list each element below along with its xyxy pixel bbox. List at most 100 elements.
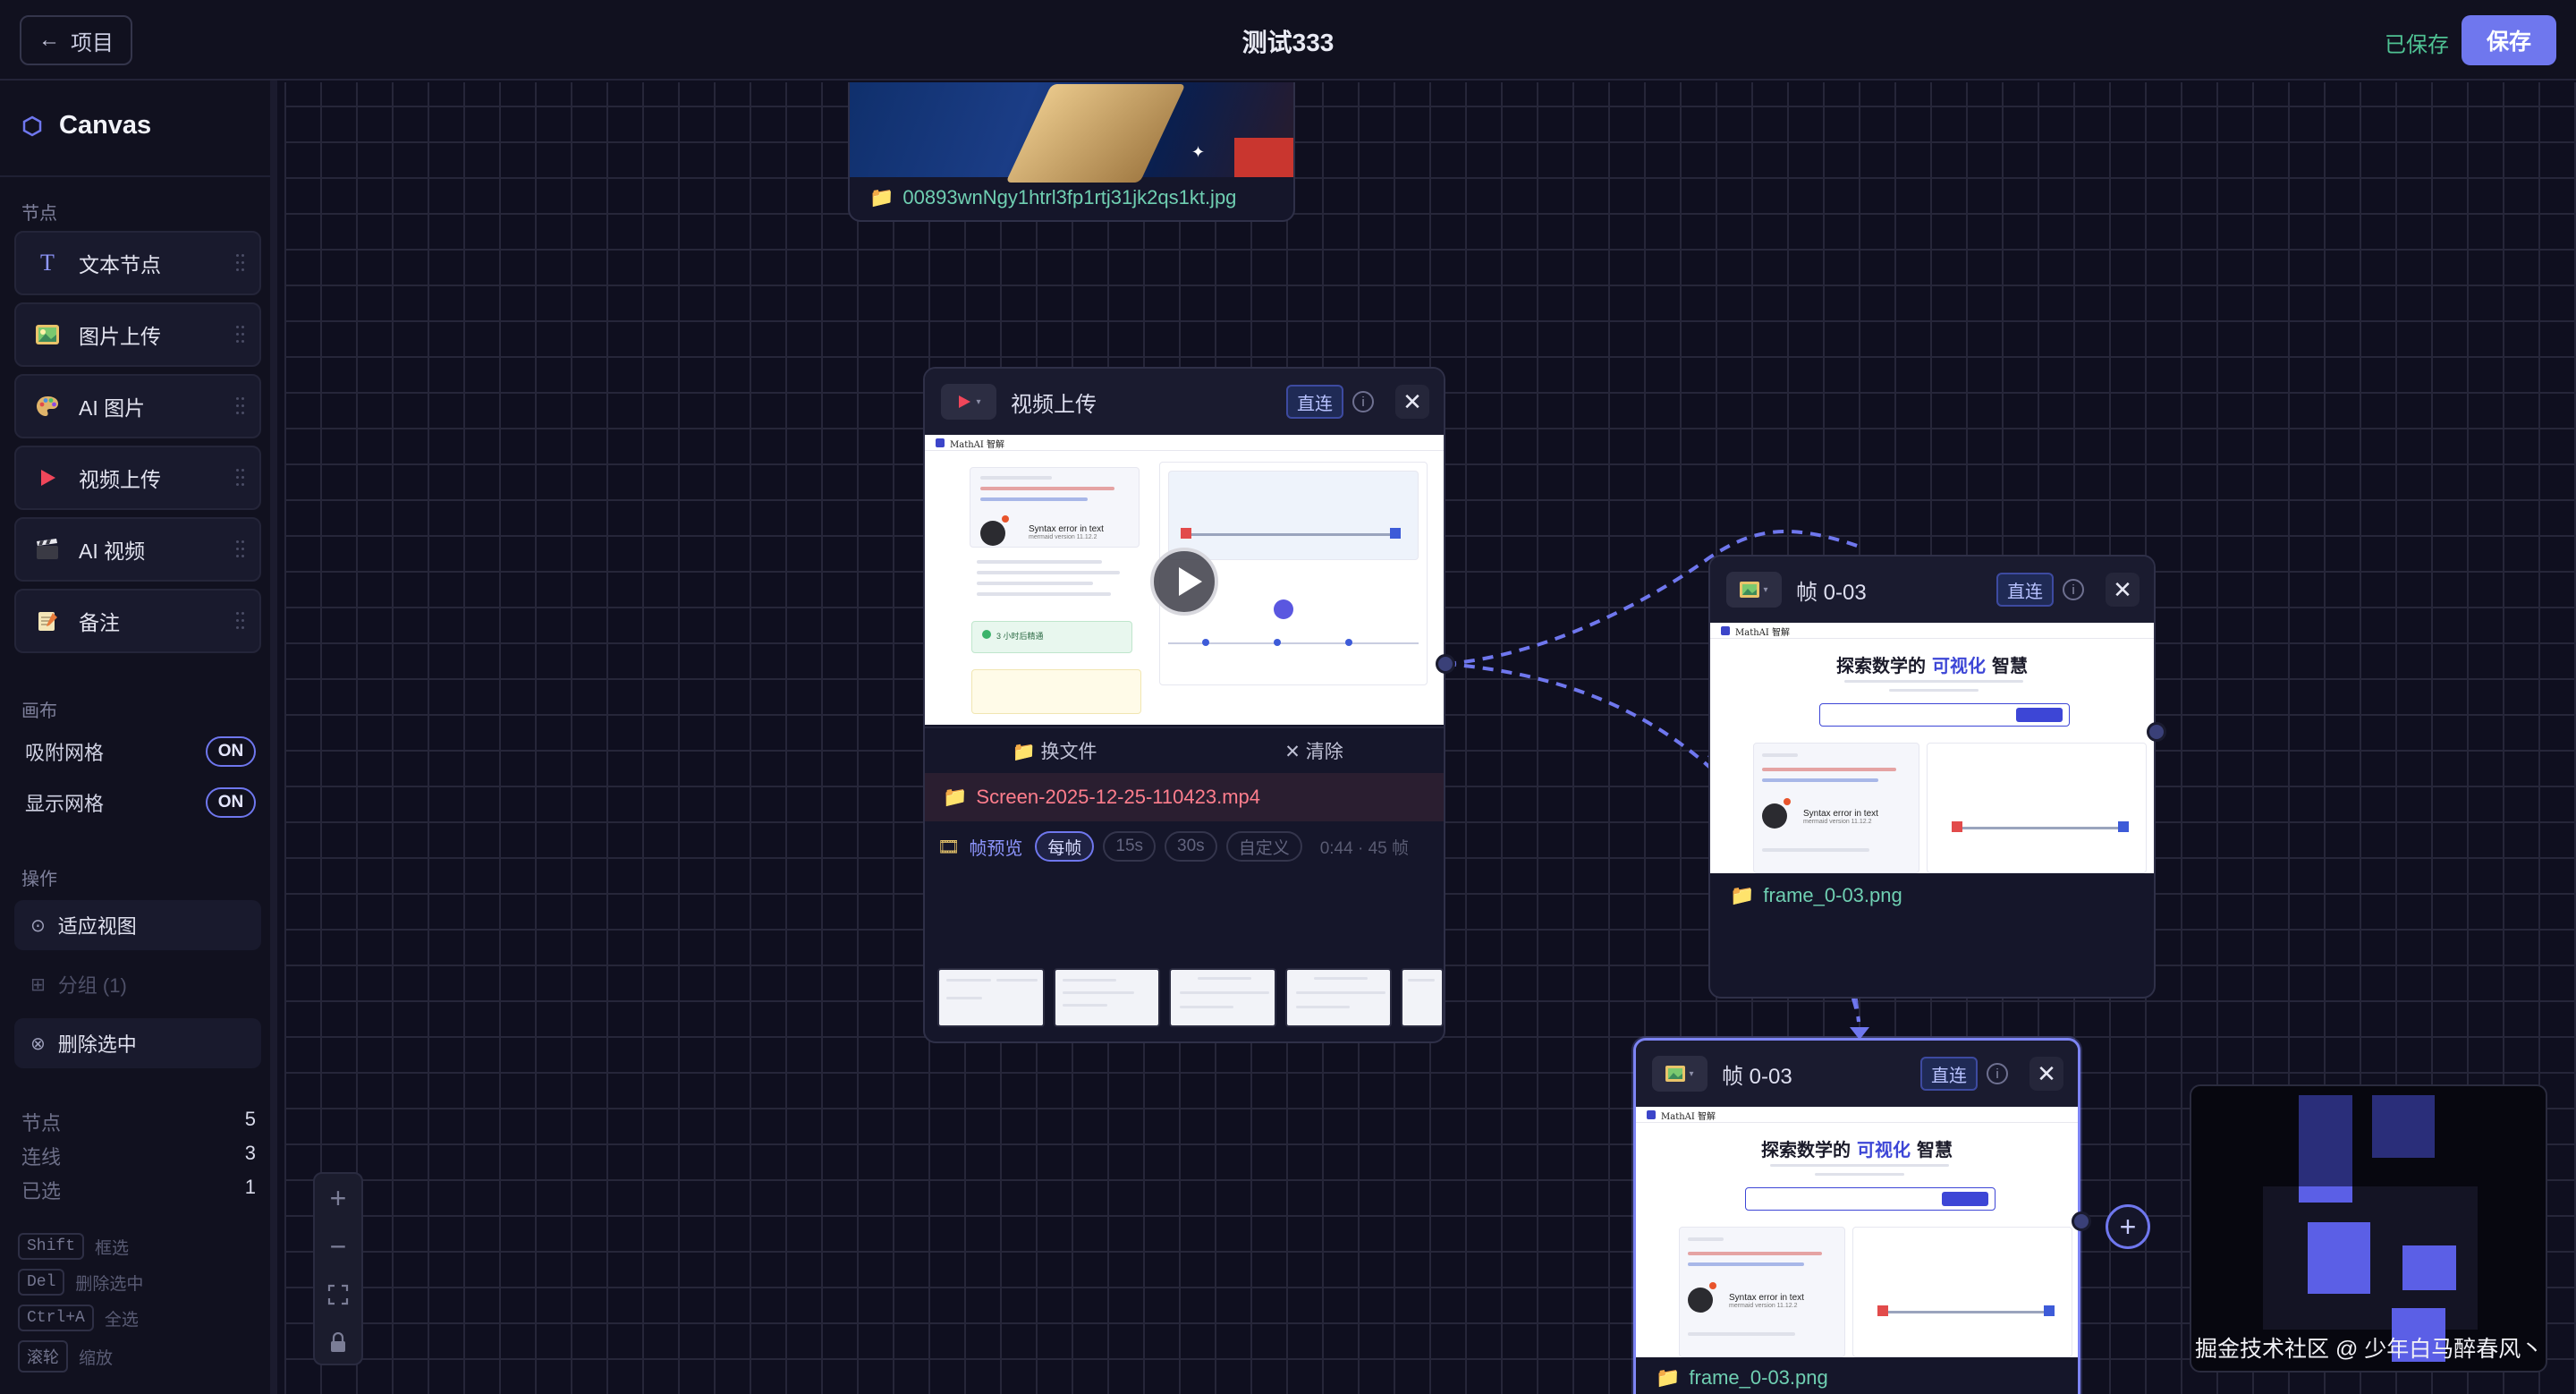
fit-screen-icon[interactable] bbox=[315, 1271, 361, 1319]
video-upload-node[interactable]: ▾ 视频上传 直连 i ✕ MathAI 智解 Syntax error in … bbox=[923, 367, 1445, 1043]
drag-handle-icon[interactable] bbox=[236, 540, 245, 560]
minimap-node bbox=[2308, 1222, 2370, 1294]
chip-30s[interactable]: 30s bbox=[1165, 831, 1217, 862]
node-header[interactable]: ▾ 帧 0-03 直连 i ✕ bbox=[1710, 557, 2154, 623]
drag-handle-icon[interactable] bbox=[236, 254, 245, 274]
sidebar-item-note[interactable]: 备注 bbox=[14, 589, 261, 653]
shortcut-desc: 全选 bbox=[104, 1310, 139, 1330]
frame-node-a[interactable]: ▾ 帧 0-03 直连 i ✕ MathAI 智解 探索数学的 可视化 智慧 S… bbox=[1708, 555, 2156, 999]
frame-file-row: 📁 frame_0-03.png bbox=[1636, 1366, 1828, 1390]
delete-selected-button[interactable]: ⊗ 删除选中 bbox=[14, 1018, 261, 1068]
close-icon[interactable]: ✕ bbox=[2029, 1057, 2063, 1091]
show-grid-label: 显示网格 bbox=[25, 793, 105, 815]
stat-label: 已选 bbox=[21, 1180, 62, 1203]
output-port[interactable] bbox=[1436, 654, 1455, 674]
node-type-selector[interactable]: ▾ bbox=[941, 384, 996, 420]
sidebar-item-label: AI 图片 bbox=[79, 396, 146, 420]
play-button[interactable] bbox=[1150, 548, 1218, 616]
shortcut-row: 滚轮 缩放 bbox=[18, 1340, 113, 1373]
frame-thumbnail[interactable] bbox=[937, 968, 1045, 1027]
mock-headline: 探索数学的 可视化 智慧 bbox=[1636, 1135, 2078, 1161]
frame-meta: 0:44 · 45 帧 bbox=[1319, 838, 1409, 858]
mock-headline: 探索数学的 可视化 智慧 bbox=[1710, 651, 2154, 677]
image-preview: ✦ bbox=[850, 82, 1293, 183]
frame-file-row: 📁 frame_0-03.png bbox=[1710, 884, 1902, 907]
frame-node-b[interactable]: ▾ 帧 0-03 直连 i ✕ MathAI 智解 探索数学的 可视化 智慧 S… bbox=[1633, 1038, 2080, 1394]
sidebar-item-text-node[interactable]: T 文本节点 bbox=[14, 231, 261, 295]
close-icon: ✕ bbox=[1284, 742, 1306, 762]
mock-headline-highlight: 可视化 bbox=[1857, 1139, 1911, 1160]
snap-grid-toggle[interactable]: ON bbox=[206, 736, 256, 767]
fit-view-button[interactable]: ⊙ 适应视图 bbox=[14, 900, 261, 950]
group-button[interactable]: ⊞ 分组 (1) bbox=[14, 959, 261, 1009]
drag-handle-icon[interactable] bbox=[236, 612, 245, 632]
sidebar-item-label: 备注 bbox=[79, 611, 120, 634]
replace-file-label: 换文件 bbox=[1040, 742, 1097, 762]
drag-handle-icon[interactable] bbox=[236, 397, 245, 417]
direct-connect-button[interactable]: 直连 bbox=[1920, 1057, 1978, 1091]
zoom-out-button[interactable]: − bbox=[315, 1222, 361, 1271]
section-label-canvas: 画布 bbox=[21, 701, 57, 721]
mock-error-sub: mermaid version 11.12.2 bbox=[1803, 819, 1872, 825]
frame-thumbnail[interactable] bbox=[1284, 968, 1393, 1027]
frame-filename: frame_0-03.png bbox=[1689, 1366, 1828, 1389]
stat-label: 连线 bbox=[21, 1146, 62, 1169]
clear-button[interactable]: ✕ 清除 bbox=[1184, 737, 1444, 764]
direct-connect-button[interactable]: 直连 bbox=[1286, 385, 1343, 419]
replace-file-button[interactable]: 📁 换文件 bbox=[925, 737, 1184, 764]
mock-navbar: MathAI 智解 bbox=[925, 435, 1444, 451]
image-icon bbox=[1665, 1066, 1686, 1082]
image-node[interactable]: ✦ 📁 00893wnNgy1htrl3fp1rtj31jk2qs1kt.jpg bbox=[848, 82, 1295, 222]
delete-icon: ⊗ bbox=[30, 1033, 46, 1054]
minimap[interactable] bbox=[2190, 1084, 2547, 1373]
arrow-left-icon: ← bbox=[38, 28, 60, 52]
frame-thumbnail[interactable] bbox=[1169, 968, 1276, 1027]
node-header[interactable]: ▾ 帧 0-03 直连 i ✕ bbox=[1636, 1041, 2078, 1107]
sidebar-item-video-upload[interactable]: 视频上传 bbox=[14, 446, 261, 510]
watermark: 掘金技术社区 @ 少年白马醉春风丶 bbox=[2195, 1337, 2544, 1362]
node-type-selector[interactable]: ▾ bbox=[1652, 1056, 1707, 1092]
hexagon-icon bbox=[22, 115, 42, 136]
lock-icon[interactable] bbox=[315, 1319, 361, 1367]
video-preview[interactable]: MathAI 智解 Syntax error in text mermaid ve… bbox=[925, 435, 1444, 725]
node-title: 帧 0-03 bbox=[1796, 580, 1867, 605]
chip-every-frame[interactable]: 每帧 bbox=[1035, 831, 1095, 862]
close-icon[interactable]: ✕ bbox=[1395, 385, 1429, 419]
node-header[interactable]: ▾ 视频上传 直连 i ✕ bbox=[925, 369, 1444, 435]
drag-handle-icon[interactable] bbox=[236, 326, 245, 345]
chip-15s[interactable]: 15s bbox=[1103, 831, 1157, 862]
image-icon bbox=[34, 321, 61, 348]
frame-preview[interactable]: MathAI 智解 探索数学的 可视化 智慧 Syntax error in t… bbox=[1710, 623, 2154, 873]
output-port[interactable] bbox=[2072, 1211, 2091, 1231]
mock-headline-part: 探索数学的 bbox=[1761, 1139, 1852, 1160]
back-to-projects-button[interactable]: ← 项目 bbox=[20, 15, 132, 65]
add-node-button[interactable]: + bbox=[2106, 1204, 2150, 1249]
target-icon: ⊙ bbox=[30, 915, 46, 936]
folder-icon: 📁 bbox=[1730, 884, 1755, 906]
mock-navbar: MathAI 智解 bbox=[1710, 623, 2154, 639]
frame-thumbnail[interactable] bbox=[1053, 968, 1161, 1027]
shortcut-row: Shift 框选 bbox=[18, 1233, 129, 1260]
node-type-selector[interactable]: ▾ bbox=[1726, 572, 1782, 608]
save-button[interactable]: 保存 bbox=[2462, 15, 2556, 65]
direct-connect-button[interactable]: 直连 bbox=[1996, 573, 2054, 607]
sidebar-item-ai-video[interactable]: AI 视频 bbox=[14, 517, 261, 582]
frame-preview[interactable]: MathAI 智解 探索数学的 可视化 智慧 Syntax error in t… bbox=[1636, 1107, 2078, 1357]
chip-custom[interactable]: 自定义 bbox=[1225, 831, 1302, 862]
zoom-in-button[interactable]: + bbox=[315, 1174, 361, 1222]
shortcut-row: Ctrl+A 全选 bbox=[18, 1305, 139, 1331]
sidebar-item-ai-image[interactable]: AI 图片 bbox=[14, 374, 261, 438]
film-icon: 🎞 bbox=[937, 837, 961, 857]
drag-handle-icon[interactable] bbox=[236, 469, 245, 489]
memo-icon bbox=[34, 608, 61, 634]
frame-thumbnail[interactable] bbox=[1401, 968, 1444, 1027]
sidebar-item-image-upload[interactable]: 图片上传 bbox=[14, 302, 261, 367]
info-icon[interactable]: i bbox=[1987, 1063, 2008, 1084]
info-icon[interactable]: i bbox=[1352, 391, 1374, 412]
close-icon[interactable]: ✕ bbox=[2106, 573, 2140, 607]
video-file-row: 📁 Screen-2025-12-25-110423.mp4 bbox=[925, 773, 1444, 821]
info-icon[interactable]: i bbox=[2063, 579, 2084, 600]
output-port[interactable] bbox=[2147, 722, 2166, 742]
image-filename: 00893wnNgy1htrl3fp1rtj31jk2qs1kt.jpg bbox=[902, 186, 1237, 208]
show-grid-toggle[interactable]: ON bbox=[206, 787, 256, 818]
